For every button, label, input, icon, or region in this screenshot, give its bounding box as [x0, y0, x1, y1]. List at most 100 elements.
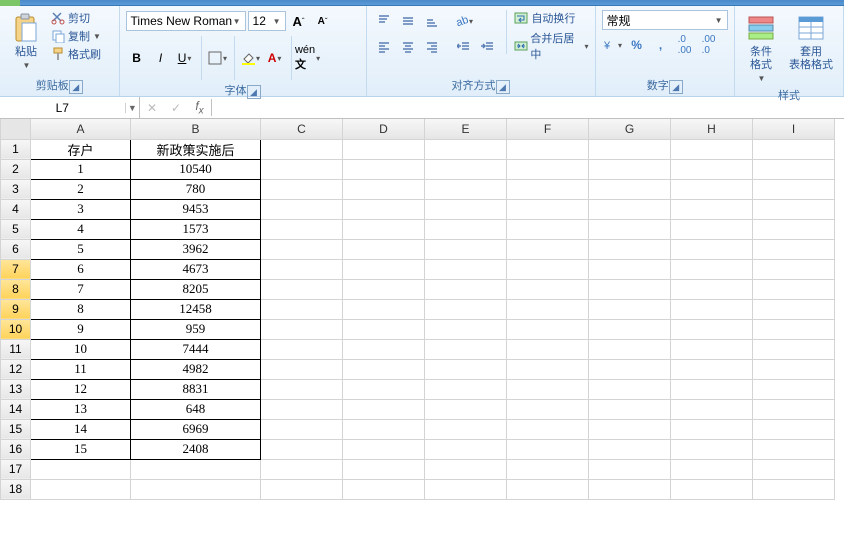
align-left-button[interactable]	[373, 36, 395, 58]
cell[interactable]	[261, 299, 343, 319]
cell[interactable]	[425, 479, 507, 499]
cell[interactable]	[589, 359, 671, 379]
name-box-input[interactable]	[0, 101, 125, 115]
conditional-format-button[interactable]: 条件格式 ▼	[741, 10, 781, 85]
formula-input[interactable]	[212, 101, 844, 115]
cell[interactable]: 8831	[131, 379, 261, 399]
cell[interactable]: 10540	[131, 159, 261, 179]
italic-button[interactable]: I	[150, 47, 172, 69]
cell[interactable]	[753, 139, 835, 159]
cell[interactable]	[343, 299, 425, 319]
column-header[interactable]: E	[425, 119, 507, 139]
align-middle-button[interactable]	[397, 10, 419, 32]
fill-color-button[interactable]: ▾	[240, 47, 262, 69]
cell[interactable]	[753, 379, 835, 399]
cell[interactable]	[261, 339, 343, 359]
cell[interactable]	[507, 279, 589, 299]
column-header[interactable]: B	[131, 119, 261, 139]
percent-button[interactable]: %	[626, 34, 648, 56]
cell[interactable]	[671, 159, 753, 179]
cell[interactable]	[131, 479, 261, 499]
cell[interactable]	[507, 179, 589, 199]
cell[interactable]	[589, 379, 671, 399]
cell[interactable]	[589, 419, 671, 439]
paste-button[interactable]: 粘贴 ▼	[6, 10, 46, 72]
cell[interactable]	[343, 319, 425, 339]
cell[interactable]	[589, 299, 671, 319]
cell[interactable]: 7	[31, 279, 131, 299]
cell[interactable]	[425, 279, 507, 299]
cell[interactable]	[589, 479, 671, 499]
cell[interactable]	[343, 139, 425, 159]
row-header[interactable]: 6	[1, 239, 31, 259]
cell[interactable]	[343, 439, 425, 459]
number-launcher[interactable]: ◢	[669, 80, 683, 94]
cell[interactable]	[425, 459, 507, 479]
row-header[interactable]: 9	[1, 299, 31, 319]
cell[interactable]	[507, 479, 589, 499]
cell[interactable]	[425, 199, 507, 219]
cell[interactable]	[425, 339, 507, 359]
cell[interactable]	[589, 239, 671, 259]
bold-button[interactable]: B	[126, 47, 148, 69]
cell[interactable]	[589, 139, 671, 159]
cell[interactable]	[671, 199, 753, 219]
cell[interactable]: 8205	[131, 279, 261, 299]
cell[interactable]	[671, 459, 753, 479]
cell[interactable]: 4673	[131, 259, 261, 279]
cell[interactable]: 2	[31, 179, 131, 199]
formula-cancel-button[interactable]: ✕	[140, 101, 164, 115]
align-top-button[interactable]	[373, 10, 395, 32]
cell[interactable]	[507, 319, 589, 339]
cell[interactable]	[425, 379, 507, 399]
cell[interactable]: 6969	[131, 419, 261, 439]
decrease-decimal-button[interactable]: .00.0	[698, 34, 720, 56]
cell[interactable]: 3962	[131, 239, 261, 259]
clipboard-launcher[interactable]: ◢	[69, 80, 83, 94]
underline-button[interactable]: U▾	[174, 47, 196, 69]
format-painter-button[interactable]: 格式刷	[50, 46, 101, 62]
cell[interactable]	[343, 339, 425, 359]
wrap-text-button[interactable]: 自动换行	[513, 10, 588, 26]
align-right-button[interactable]	[421, 36, 443, 58]
cell[interactable]	[753, 399, 835, 419]
cell[interactable]	[507, 159, 589, 179]
cell[interactable]	[671, 179, 753, 199]
cell[interactable]	[671, 379, 753, 399]
cell[interactable]	[589, 319, 671, 339]
formula-enter-button[interactable]: ✓	[164, 101, 188, 115]
cell[interactable]	[261, 399, 343, 419]
cell[interactable]	[671, 399, 753, 419]
cell[interactable]	[507, 199, 589, 219]
cell[interactable]: 780	[131, 179, 261, 199]
cell[interactable]	[753, 359, 835, 379]
column-header[interactable]: G	[589, 119, 671, 139]
name-box-dropdown[interactable]: ▼	[125, 103, 139, 113]
cell[interactable]	[261, 419, 343, 439]
alignment-launcher[interactable]: ◢	[496, 80, 510, 94]
column-header[interactable]: F	[507, 119, 589, 139]
column-header[interactable]: H	[671, 119, 753, 139]
row-header[interactable]: 1	[1, 139, 31, 159]
cell[interactable]	[753, 439, 835, 459]
comma-button[interactable]: ,	[650, 34, 672, 56]
column-header[interactable]: I	[753, 119, 835, 139]
cell[interactable]	[753, 239, 835, 259]
cell[interactable]	[425, 179, 507, 199]
align-center-button[interactable]	[397, 36, 419, 58]
cell[interactable]	[671, 279, 753, 299]
cell[interactable]	[753, 339, 835, 359]
cell[interactable]	[261, 439, 343, 459]
cell[interactable]: 新政策实施后	[131, 139, 261, 159]
row-header[interactable]: 18	[1, 479, 31, 499]
cell[interactable]	[261, 159, 343, 179]
column-header[interactable]: D	[343, 119, 425, 139]
cell[interactable]	[343, 419, 425, 439]
cell[interactable]	[753, 479, 835, 499]
decrease-font-button[interactable]: Aˇ	[312, 10, 334, 32]
cell[interactable]	[31, 459, 131, 479]
cell[interactable]	[589, 439, 671, 459]
cell[interactable]	[671, 139, 753, 159]
fx-button[interactable]: fx	[188, 99, 212, 116]
cell[interactable]: 11	[31, 359, 131, 379]
